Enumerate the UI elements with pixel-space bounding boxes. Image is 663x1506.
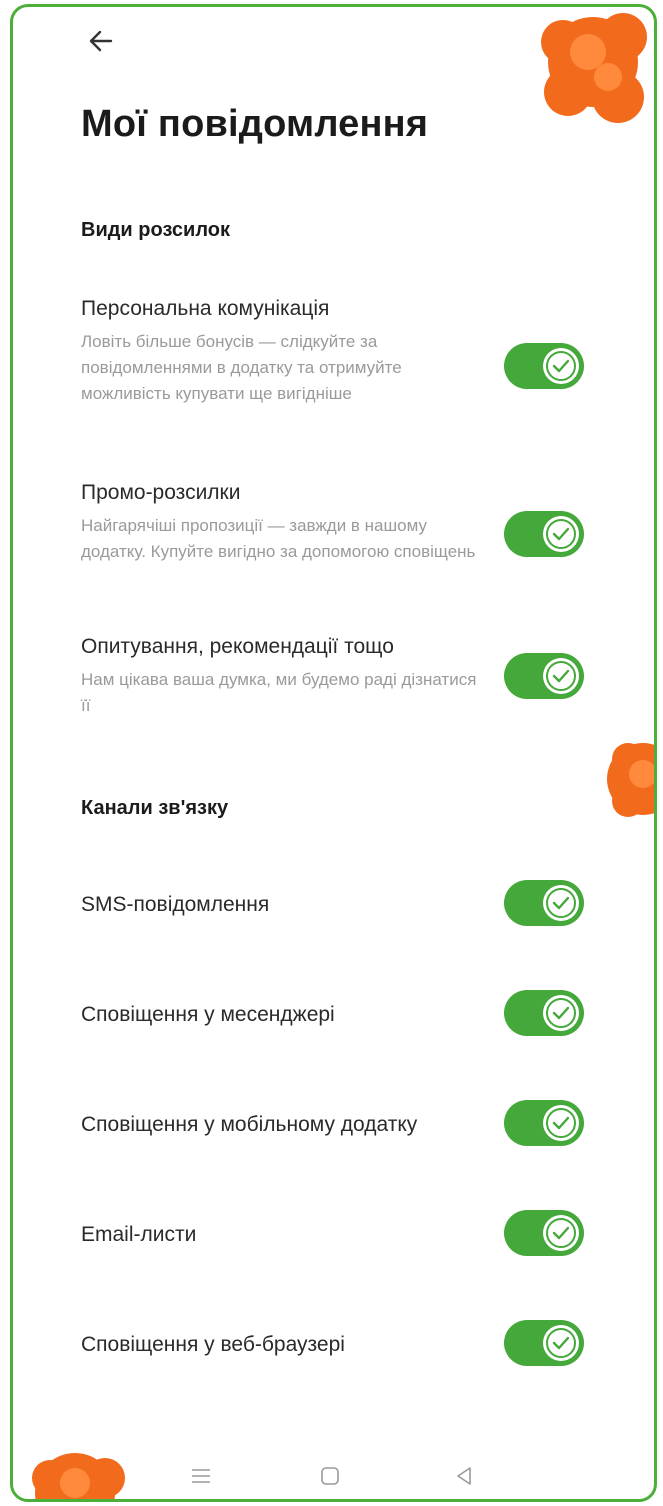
toggle-messenger[interactable]	[504, 990, 584, 1036]
toggle-knob	[543, 1325, 579, 1361]
triangle-back-icon	[457, 1467, 471, 1485]
checkmark-icon	[546, 888, 576, 918]
toggle-personal-communication[interactable]	[504, 343, 584, 389]
toggle-web-browser[interactable]	[504, 1320, 584, 1366]
toggle-knob	[543, 658, 579, 694]
channel-label-web-browser: Сповіщення у веб-браузері	[81, 1333, 345, 1356]
arrow-left-icon	[89, 30, 113, 52]
channel-label-email: Email-листи	[81, 1223, 197, 1246]
section-title-channels: Канали зв'язку	[81, 797, 229, 819]
channel-label-messenger: Сповіщення у месенджері	[81, 1003, 335, 1026]
home-button[interactable]	[315, 1461, 345, 1491]
toggle-surveys[interactable]	[504, 653, 584, 699]
menu-button[interactable]	[186, 1461, 216, 1491]
app-screen: Мої повідомлення Види розсилок Персональ…	[10, 4, 657, 1502]
orange-pompom-decoration	[541, 13, 647, 123]
checkmark-icon	[546, 661, 576, 691]
subscription-item-description: Ловіть більше бонусів — слідкуйте за пов…	[81, 332, 402, 403]
checkmark-icon	[546, 998, 576, 1028]
subscription-item-description: Нам цікава ваша думка, ми будемо раді ді…	[81, 670, 477, 715]
toggle-knob	[543, 885, 579, 921]
section-title-types: Види розсилок	[81, 219, 230, 241]
toggle-sms[interactable]	[504, 880, 584, 926]
system-navigation-bar	[13, 1455, 654, 1495]
checkmark-icon	[546, 1108, 576, 1138]
back-button[interactable]	[81, 21, 121, 61]
checkmark-icon	[546, 1328, 576, 1358]
toggle-knob	[543, 1215, 579, 1251]
toggle-knob	[543, 1105, 579, 1141]
channel-label-mobile-app: Сповіщення у мобільному додатку	[81, 1113, 418, 1136]
checkmark-icon	[546, 351, 576, 381]
checkmark-icon	[546, 519, 576, 549]
toggle-promo[interactable]	[504, 511, 584, 557]
toggle-knob	[543, 348, 579, 384]
toggle-mobile-app[interactable]	[504, 1100, 584, 1146]
channel-label-sms: SMS-повідомлення	[81, 893, 270, 916]
toggle-email[interactable]	[504, 1210, 584, 1256]
page-title: Мої повідомлення	[81, 103, 429, 145]
system-back-button[interactable]	[449, 1461, 479, 1491]
square-home-icon	[321, 1467, 339, 1485]
orange-pompom-decoration	[607, 743, 654, 817]
subscription-item-description: Найгарячіші пропозиції — завжди в нашому…	[81, 516, 476, 561]
toggle-knob	[543, 995, 579, 1031]
subscription-item-title: Промо-розсилки	[81, 481, 241, 504]
toggle-knob	[543, 516, 579, 552]
subscription-item-title: Персональна комунікація	[81, 297, 330, 320]
menu-icon	[192, 1469, 210, 1483]
checkmark-icon	[546, 1218, 576, 1248]
